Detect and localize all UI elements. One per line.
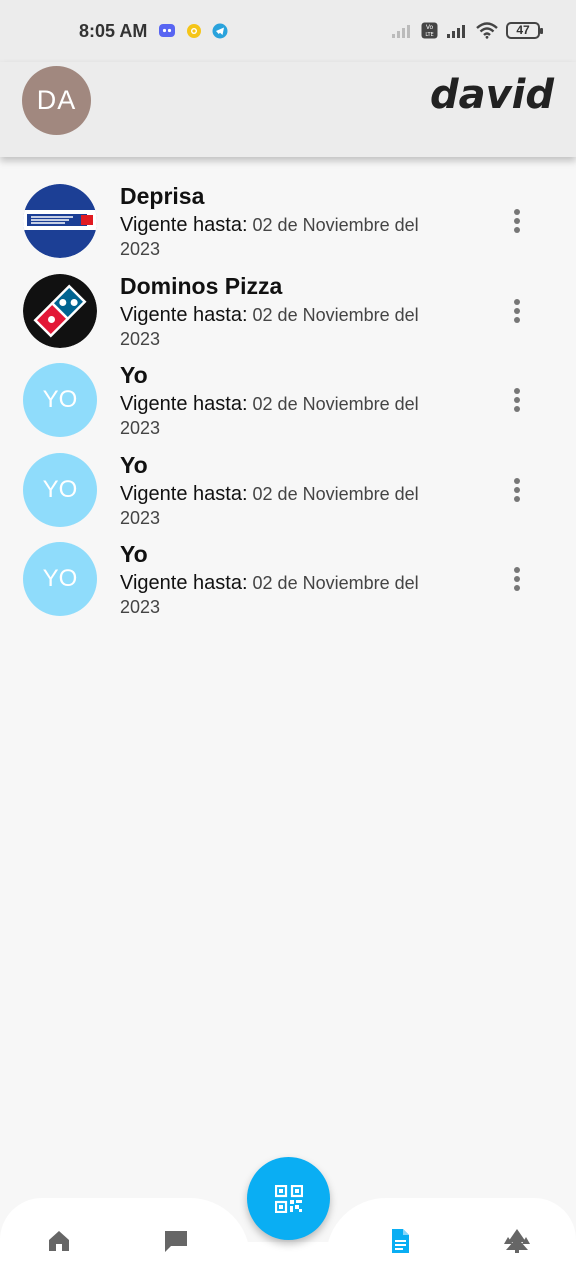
nav-bar-left — [0, 1198, 250, 1280]
item-subtitle: Vigente hasta: 02 de Noviembre del 2023 — [120, 213, 450, 261]
more-options-icon[interactable] — [505, 296, 529, 326]
list-item[interactable]: YO Yo Vigente hasta: 02 de Noviembre del… — [0, 538, 576, 628]
item-title: Yo — [120, 362, 148, 388]
coin-icon — [187, 24, 201, 38]
signal-icon — [447, 24, 465, 38]
more-options-icon[interactable] — [505, 564, 529, 594]
notification-icons — [158, 23, 228, 39]
qr-code-icon — [274, 1184, 303, 1213]
volte-icon: Vo LTE — [421, 22, 438, 39]
card-list: Deprisa Vigente hasta: 02 de Noviembre d… — [0, 180, 576, 628]
list-item[interactable]: YO Yo Vigente hasta: 02 de Noviembre del… — [0, 359, 576, 449]
avatar[interactable]: DA — [22, 66, 91, 135]
valid-until-label: Vigente hasta: — [120, 214, 248, 236]
yo-avatar: YO — [23, 542, 97, 616]
nav-bar-right — [326, 1198, 576, 1280]
more-options-icon[interactable] — [505, 475, 529, 505]
svg-text:Vo: Vo — [426, 24, 434, 31]
yo-avatar: YO — [23, 452, 97, 527]
valid-until-label: Vigente hasta: — [120, 482, 248, 505]
item-title: Yo — [120, 541, 148, 567]
valid-until-label: Vigente hasta: — [120, 303, 248, 326]
chat-icon[interactable] — [163, 1228, 189, 1254]
signal-weak-icon — [392, 24, 410, 38]
valid-until-label: Vigente hasta: — [120, 393, 248, 415]
item-subtitle: Vigente hasta: 02 de Noviembre del 2023 — [120, 571, 450, 619]
more-options-icon[interactable] — [505, 206, 529, 236]
telegram-icon — [212, 23, 228, 39]
status-right-icons: Vo LTE 47 — [391, 22, 543, 39]
svg-text:LTE: LTE — [425, 32, 433, 38]
item-title: Deprisa — [120, 183, 205, 209]
deprisa-logo — [23, 184, 97, 258]
qr-scan-button[interactable] — [247, 1157, 330, 1240]
list-item[interactable]: Dominos Pizza Vigente hasta: 02 de Novie… — [0, 270, 576, 360]
status-time: 8:05 AM — [79, 21, 148, 41]
item-subtitle: Vigente hasta: 02 de Noviembre del 2023 — [120, 303, 450, 351]
battery-indicator: 47 — [506, 22, 543, 39]
home-icon[interactable] — [46, 1228, 72, 1254]
yo-avatar: YO — [23, 363, 97, 437]
item-title: Dominos Pizza — [120, 272, 283, 299]
list-item[interactable]: YO Yo Vigente hasta: 02 de Noviembre del… — [0, 449, 576, 539]
list-item[interactable]: Deprisa Vigente hasta: 02 de Noviembre d… — [0, 180, 576, 270]
item-title: Yo — [120, 451, 148, 478]
valid-until-label: Vigente hasta: — [120, 572, 248, 594]
username-title: david — [429, 72, 554, 118]
item-subtitle: Vigente hasta: 02 de Noviembre del 2023 — [120, 482, 450, 530]
wifi-icon — [476, 22, 498, 39]
document-icon[interactable] — [387, 1228, 413, 1254]
item-subtitle: Vigente hasta: 02 de Noviembre del 2023 — [120, 392, 450, 440]
discord-icon — [159, 24, 175, 37]
app-header: DA david — [0, 62, 576, 157]
trees-icon[interactable] — [502, 1228, 532, 1254]
status-bar: 8:05 AM Vo LTE 47 — [0, 0, 576, 62]
dominos-logo — [23, 273, 97, 348]
more-options-icon[interactable] — [505, 385, 529, 415]
